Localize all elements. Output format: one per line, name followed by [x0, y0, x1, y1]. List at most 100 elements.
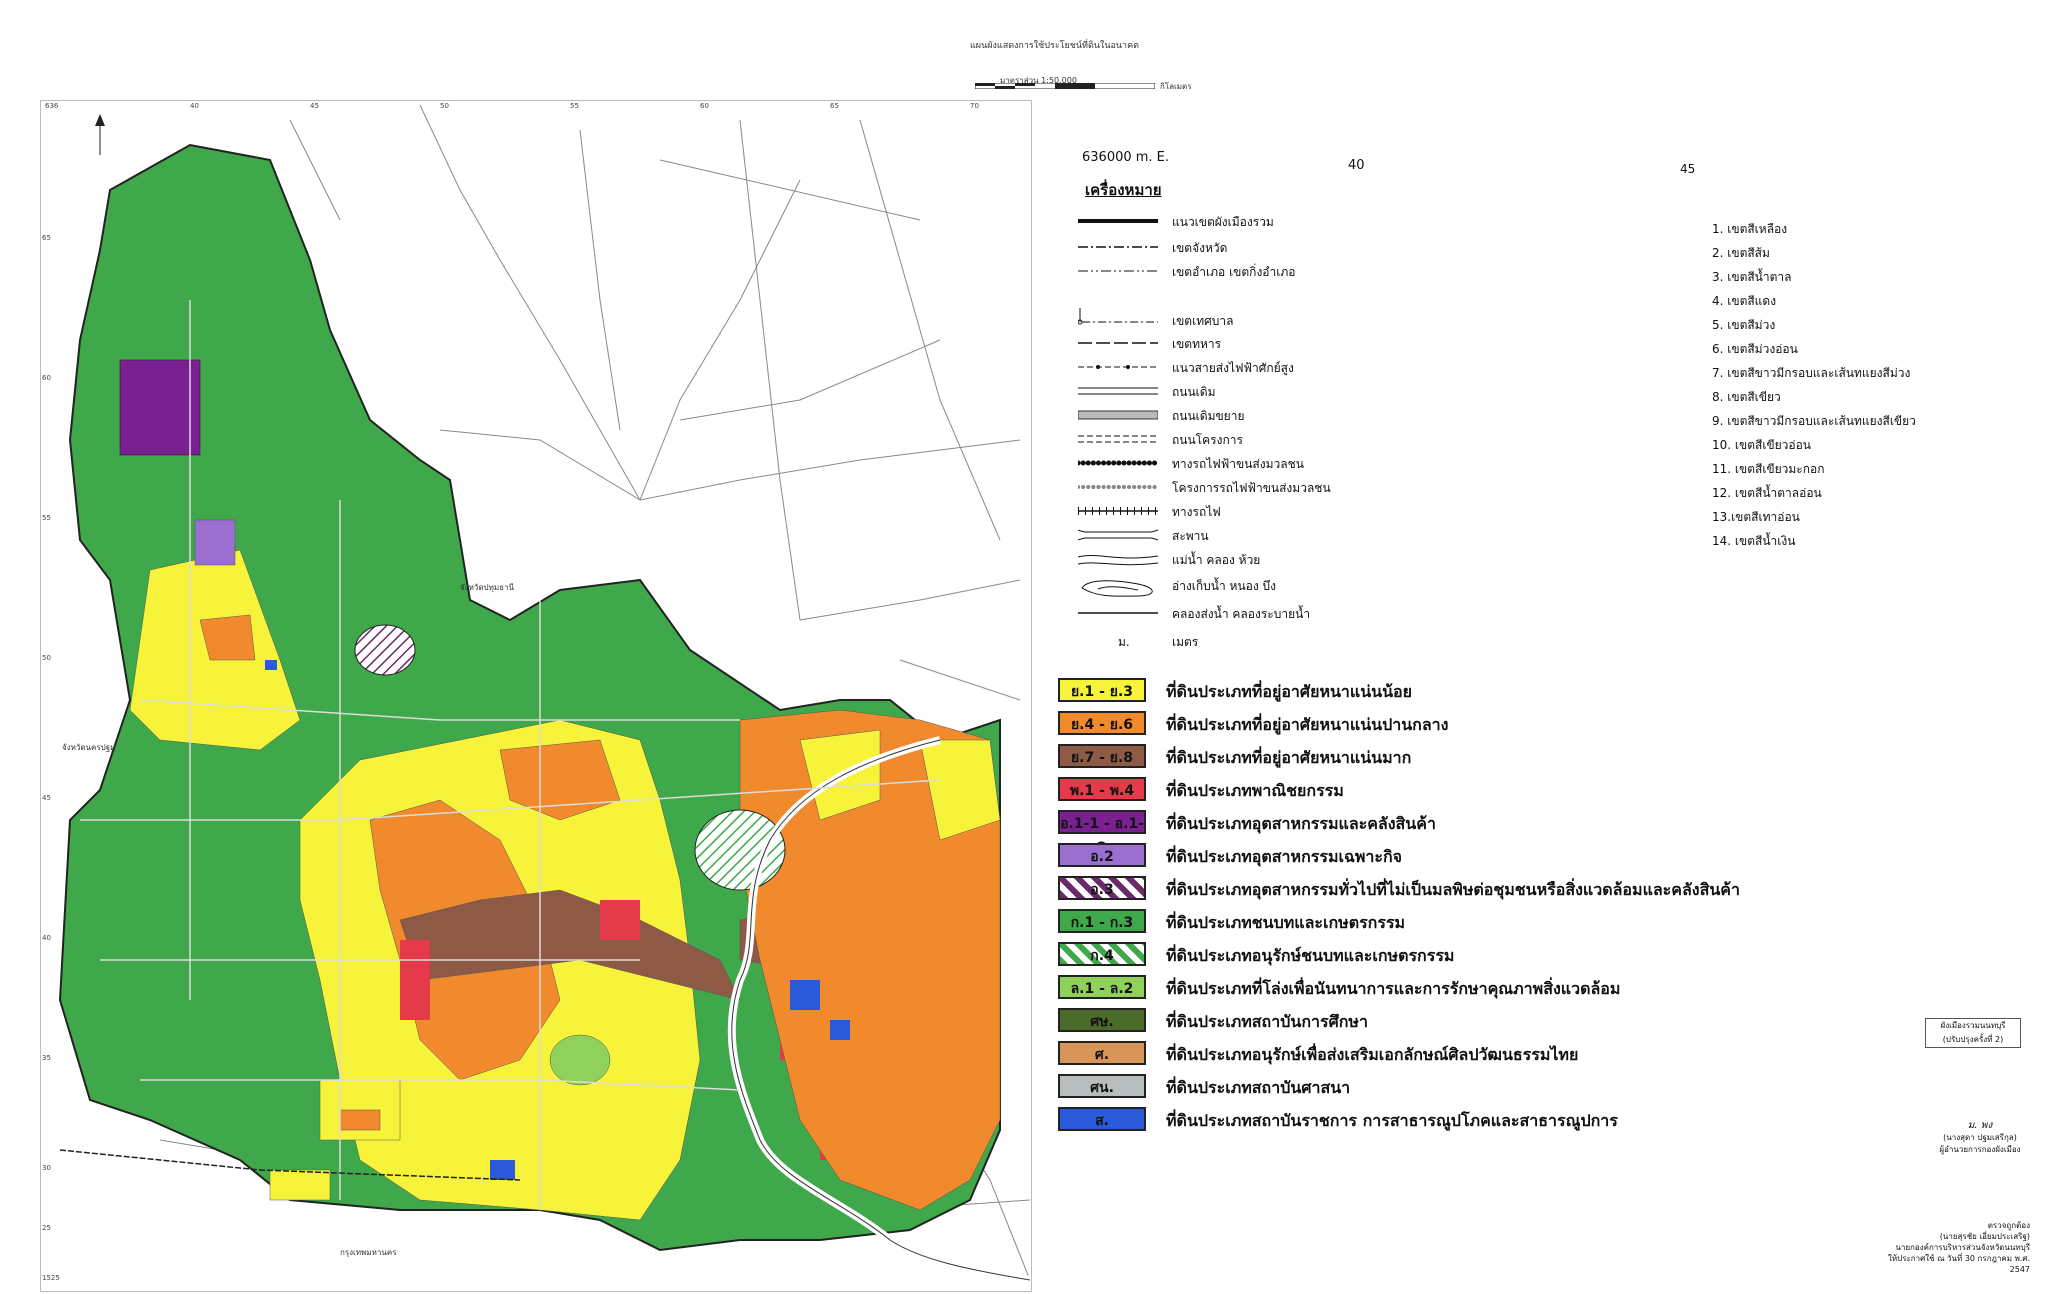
numbered-item: 11. เขตสีเขียวมะกอก — [1712, 462, 1825, 476]
province-boundary-symbol — [1078, 246, 1158, 248]
zone-legend-row: อ.1-1 - อ.1-2 ที่ดินประเภทอุตสาหกรรมและคล… — [1058, 808, 1758, 856]
legend-row-planned-road: ถนนโครงการ — [1078, 430, 1378, 450]
zone-description: ที่ดินประเภทที่อยู่อาศัยหนาแน่นปานกลาง — [1166, 715, 1449, 734]
zone-description: ที่ดินประเภทอนุรักษ์เพื่อส่งเสริมเอกลักษ… — [1166, 1045, 1579, 1064]
tick-top-0: 636 — [45, 102, 59, 110]
legend-label: เขตอำเภอ เขตกิ่งอำเภอ — [1172, 265, 1296, 279]
zone-description: ที่ดินประเภทอุตสาหกรรมเฉพาะกิจ — [1166, 847, 1403, 866]
legend-label: แนวเขตผังเมืองรวม — [1172, 215, 1274, 229]
zone-commercial-west[interactable] — [400, 940, 430, 1020]
zone-open-space[interactable] — [549, 1034, 611, 1086]
zone-swatch: ย.4 - ย.6 — [1058, 711, 1146, 735]
zone-legend-row: พ.1 - พ.4 ที่ดินประเภทพาณิชยกรรม — [1058, 775, 1758, 805]
zone-legend-row: อ.2 ที่ดินประเภทอุตสาหกรรมเฉพาะกิจ — [1058, 841, 1758, 871]
zone-legend-row: ย.1 - ย.3 ที่ดินประเภทที่อยู่อาศัยหนาแน่น… — [1058, 676, 1758, 706]
zone-legend-row: ล.1 - ล.2 ที่ดินประเภทที่โล่งเพื่อนันทนาก… — [1058, 973, 1758, 1003]
legend-row-powerline: แนวสายส่งไฟฟ้าศักย์สูง — [1078, 358, 1378, 378]
legend-label: แม่น้ำ คลอง ห้วย — [1172, 553, 1261, 567]
coordinate-40: 40 — [1348, 158, 1365, 173]
tick-left-9: 1525 — [42, 1274, 60, 1282]
district-boundary-symbol — [1078, 270, 1158, 272]
zone-swatch: ก.4 — [1058, 942, 1146, 966]
zone-residential-low-sw2[interactable] — [269, 1169, 331, 1201]
legend-label: ทางรถไฟฟ้าขนส่งมวลชน — [1172, 457, 1304, 471]
mass-transit-symbol — [1078, 460, 1158, 466]
river-symbol — [1078, 555, 1158, 566]
numbered-item: 12. เขตสีน้ำตาลอ่อน — [1712, 486, 1822, 500]
tick-left-3: 50 — [42, 654, 51, 662]
zone-swatch: พ.1 - พ.4 — [1058, 777, 1146, 801]
edition-line-1: ผังเมืองรวมนนทบุรี — [1940, 1021, 2006, 1030]
legend-label: ถนนเดิมขยาย — [1172, 409, 1245, 423]
legend-row-existing-road: ถนนเดิม — [1078, 382, 1378, 402]
legend-label: เขตเทศบาล — [1172, 314, 1234, 328]
zone-swatch: อ.3 — [1058, 876, 1146, 900]
legend-row-meter: ม. เมตร — [1078, 632, 1378, 652]
zone-swatch: ส. — [1058, 1107, 1146, 1131]
place-label-pathum-thani: จังหวัดปทุมธานี — [460, 583, 515, 592]
signature-block-director: ม. พง (นางสุดา ปฐมเสรีกุล) ผู้อำนวยการกอ… — [1925, 1120, 2035, 1156]
numbered-item: 14. เขตสีน้ำเงิน — [1712, 534, 1796, 548]
zone-swatch: ย.1 - ย.3 — [1058, 678, 1146, 702]
signature-director-name: (นางสุดา ปฐมเสรีกุล) — [1943, 1133, 2017, 1142]
zone-description: ที่ดินประเภทพาณิชยกรรม — [1166, 781, 1344, 800]
tick-top-6: 65 — [830, 102, 839, 110]
legend-row-municipal: เขตเทศบาล — [1078, 306, 1378, 328]
place-label-nakhon-pathom: จังหวัดนครปฐม — [62, 743, 115, 752]
zone-residential-mid-nw[interactable] — [199, 614, 256, 661]
zone-swatch: ล.1 - ล.2 — [1058, 975, 1146, 999]
zone-special-industrial[interactable] — [194, 519, 236, 566]
numbered-item: 10. เขตสีเขียวอ่อน — [1712, 438, 1812, 452]
zone-description: ที่ดินประเภทอุตสาหกรรมและคลังสินค้า — [1166, 814, 1436, 833]
signature-director-title: ผู้อำนวยการกองผังเมือง — [1939, 1145, 2021, 1154]
zone-description: ที่ดินประเภทที่อยู่อาศัยหนาแน่นน้อย — [1166, 682, 1413, 701]
legend-label: คลองส่งน้ำ คลองระบายน้ำ — [1172, 607, 1311, 621]
map-sheet-title: แผนผังแสดงการใช้ประโยชน์ที่ดินในอนาคต — [970, 41, 1139, 51]
zone-legend-row: ศษ. ที่ดินประเภทสถาบันการศึกษา — [1058, 1006, 1758, 1036]
place-label-bangkok: กรุงเทพมหานคร — [340, 1248, 397, 1257]
numbered-item: 6. เขตสีม่วงอ่อน — [1712, 342, 1798, 356]
railway-symbol — [1078, 507, 1158, 515]
zone-legend-row: ส. ที่ดินประเภทสถาบันราชการ การสาธารณูปโภ… — [1058, 1105, 1758, 1135]
legend-code-meter: ม. — [1118, 635, 1130, 649]
zone-government-nw[interactable] — [265, 660, 277, 670]
numbered-item: 5. เขตสีม่วง — [1712, 318, 1776, 332]
legend-row-canal: คลองส่งน้ำ คลองระบายน้ำ — [1078, 604, 1378, 624]
zone-industrial-north[interactable] — [119, 359, 201, 456]
tick-top-1: 40 — [190, 102, 199, 110]
land-use-map[interactable]: จังหวัดปทุมธานี จังหวัดนครปฐม กรุงเทพมหา… — [40, 100, 1030, 1290]
approval-title: นายกองค์การบริหารส่วนจังหวัดนนทบุรี — [1895, 1243, 2030, 1252]
zone-description: ที่ดินประเภทสถาบันราชการ การสาธารณูปโภคแ… — [1166, 1111, 1618, 1130]
plan-boundary-symbol — [1078, 219, 1158, 223]
scale-unit-label: กิโลเมตร — [1160, 82, 1192, 91]
approval-heading: ตรวจถูกต้อง — [1987, 1221, 2030, 1230]
legend-label: ถนนเดิม — [1172, 385, 1216, 399]
legend-title: เครื่องหมาย — [1085, 181, 1162, 199]
tick-top-7: 70 — [970, 102, 979, 110]
zone-government-east[interactable] — [790, 980, 820, 1010]
legend-row-railway: ทางรถไฟ — [1078, 502, 1378, 522]
numbered-item: 3. เขตสีน้ำตาล — [1712, 270, 1792, 284]
zone-description: ที่ดินประเภทอุตสาหกรรมทั่วไปที่ไม่เป็นมล… — [1166, 880, 1740, 899]
approval-name: (นายสุรชัย เอี่ยมประเสริฐ) — [1939, 1232, 2030, 1241]
zone-description: ที่ดินประเภทสถาบันศาสนา — [1166, 1078, 1351, 1097]
powerline-symbol — [1078, 365, 1158, 369]
widened-road-symbol — [1078, 410, 1158, 420]
numbered-item: 9. เขตสีขาวมีกรอบและเส้นทแยงสีเขียว — [1712, 414, 1916, 428]
legend-row-transit-project: โครงการรถไฟฟ้าขนส่งมวลชน — [1078, 478, 1378, 498]
zone-government-south[interactable] — [490, 1160, 515, 1180]
tick-left-8: 25 — [42, 1224, 51, 1232]
zone-residential-mid-sw[interactable] — [339, 1109, 381, 1131]
zone-rural-conservation-hatched[interactable] — [694, 809, 786, 891]
numbered-item: 13.เขตสีเทาอ่อน — [1712, 510, 1800, 524]
zone-commercial-center[interactable] — [600, 900, 640, 940]
planned-road-symbol — [1078, 435, 1158, 443]
legend-row-province: เขตจังหวัด — [1078, 238, 1378, 258]
military-zone-symbol — [1078, 342, 1158, 344]
legend-label: เขตทหาร — [1172, 337, 1222, 351]
numbered-item: 8. เขตสีเขียว — [1712, 390, 1781, 404]
zone-swatch: ศษ. — [1058, 1008, 1146, 1032]
zone-government-east2[interactable] — [830, 1020, 850, 1040]
legend-label: โครงการรถไฟฟ้าขนส่งมวลชน — [1172, 481, 1331, 495]
zone-industrial-general-hatched[interactable] — [354, 624, 416, 676]
